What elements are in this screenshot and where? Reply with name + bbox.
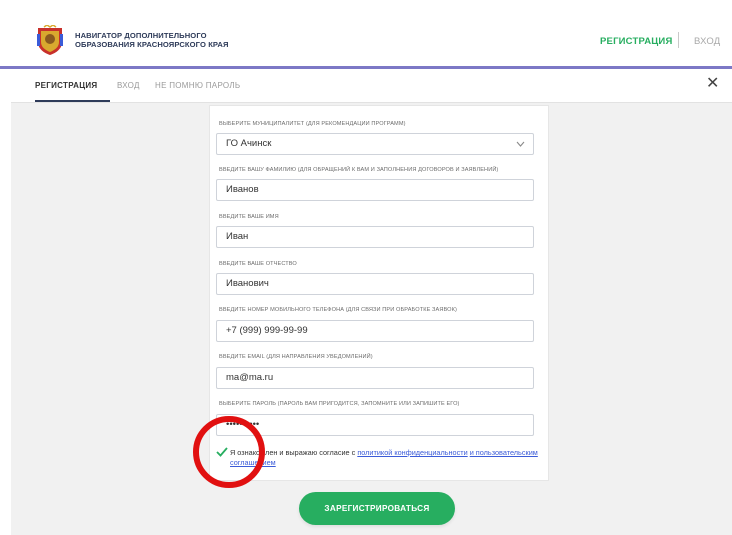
email-input[interactable]: ma@ma.ru	[216, 367, 534, 389]
phone-input[interactable]: +7 (999) 999-99-99	[216, 320, 534, 342]
password-label: ВЫБЕРИТЕ ПАРОЛЬ (ПАРОЛЬ ВАМ ПРИГОДИТСЯ, …	[219, 401, 460, 407]
logo-line-2: ОБРАЗОВАНИЯ КРАСНОЯРСКОГО КРАЯ	[75, 40, 229, 49]
nav-divider	[678, 32, 679, 48]
tab-forgot-password[interactable]: НЕ ПОМНЮ ПАРОЛЬ	[155, 81, 240, 90]
nav-login-link[interactable]: ВХОД	[694, 36, 720, 47]
active-tab-indicator	[35, 100, 110, 102]
municipality-value: ГО Ачинск	[226, 138, 272, 149]
municipality-select[interactable]: ГО Ачинск	[216, 133, 534, 155]
email-label: ВВЕДИТЕ EMAIL (ДЛЯ НАПРАВЛЕНИЯ УВЕДОМЛЕН…	[219, 354, 373, 360]
auth-tabs: РЕГИСТРАЦИЯ ВХОД НЕ ПОМНЮ ПАРОЛЬ	[11, 69, 732, 103]
check-icon[interactable]	[216, 447, 228, 457]
chevron-down-icon	[516, 141, 525, 147]
logo-text[interactable]: НАВИГАТОР ДОПОЛНИТЕЛЬНОГО ОБРАЗОВАНИЯ КР…	[75, 31, 229, 49]
close-icon[interactable]: ✕	[706, 76, 719, 92]
privacy-policy-link[interactable]: политикой конфиденциальности	[357, 448, 467, 457]
site-header: НАВИГАТОР ДОПОЛНИТЕЛЬНОГО ОБРАЗОВАНИЯ КР…	[0, 0, 732, 67]
password-input[interactable]: ••••••••••	[216, 414, 534, 436]
phone-label: ВВЕДИТЕ НОМЕР МОБИЛЬНОГО ТЕЛЕФОНА (ДЛЯ С…	[219, 307, 457, 313]
first-name-label: ВВЕДИТЕ ВАШЕ ИМЯ	[219, 214, 279, 220]
coat-of-arms-icon[interactable]	[36, 25, 64, 56]
tab-login[interactable]: ВХОД	[117, 81, 140, 90]
nav-register-link[interactable]: РЕГИСТРАЦИЯ	[600, 36, 672, 47]
municipality-label: ВЫБЕРИТЕ МУНИЦИПАЛИТЕТ (ДЛЯ РЕКОМЕНДАЦИИ…	[219, 121, 406, 127]
patronymic-label: ВВЕДИТЕ ВАШЕ ОТЧЕСТВО	[219, 261, 297, 267]
register-submit-button[interactable]: ЗАРЕГИСТРИРОВАТЬСЯ	[299, 492, 455, 525]
consent-prefix: Я ознакомлен и выражаю согласие с	[230, 448, 358, 457]
first-name-input[interactable]: Иван	[216, 226, 534, 248]
patronymic-input[interactable]: Иванович	[216, 273, 534, 295]
tab-register[interactable]: РЕГИСТРАЦИЯ	[35, 81, 97, 90]
logo-line-1: НАВИГАТОР ДОПОЛНИТЕЛЬНОГО	[75, 31, 207, 40]
registration-form: ВЫБЕРИТЕ МУНИЦИПАЛИТЕТ (ДЛЯ РЕКОМЕНДАЦИИ…	[209, 105, 549, 481]
consent-text: Я ознакомлен и выражаю согласие с полити…	[230, 448, 546, 468]
last-name-input[interactable]: Иванов	[216, 179, 534, 201]
last-name-label: ВВЕДИТЕ ВАШУ ФАМИЛИЮ (ДЛЯ ОБРАЩЕНИЙ К ВА…	[219, 167, 499, 173]
